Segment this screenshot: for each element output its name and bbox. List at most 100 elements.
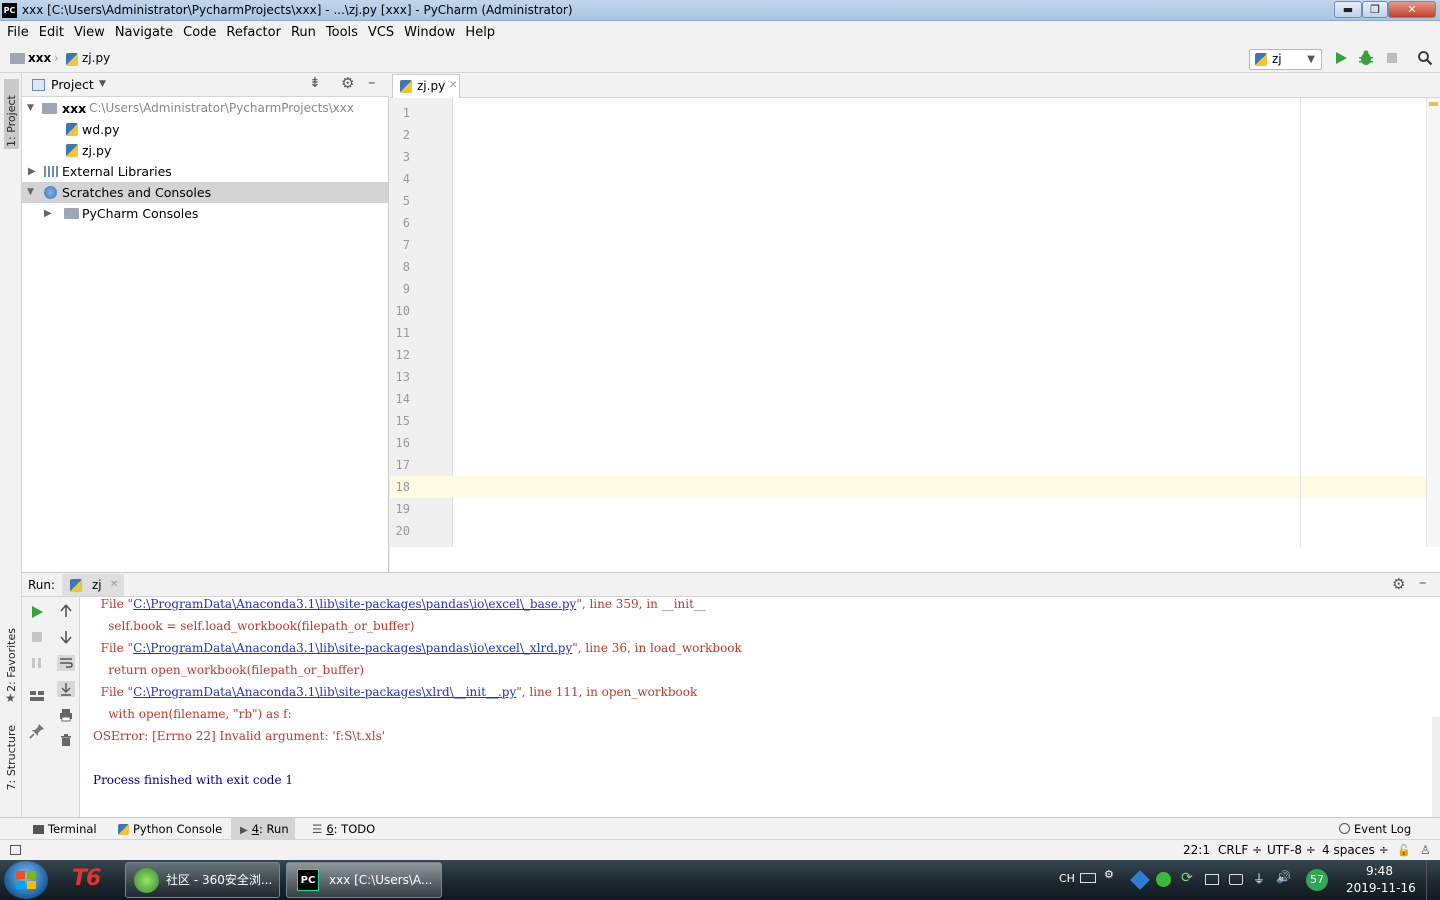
rerun-icon[interactable] — [30, 605, 44, 619]
hide-panel-icon[interactable]: – — [368, 73, 376, 91]
menu-tools[interactable]: Tools — [321, 21, 363, 44]
tab-todo[interactable]: ☰ 6: TODO — [312, 818, 375, 840]
library-icon — [44, 166, 58, 177]
tray-window-icon[interactable] — [1205, 874, 1219, 885]
tree-root-path: C:\Users\Administrator\PycharmProjects\x… — [89, 101, 354, 115]
lock-icon[interactable]: 🔓 — [1397, 844, 1411, 857]
console-file-link[interactable]: C:\ProgramData\Anaconda3.1\lib\site-pack… — [133, 597, 576, 611]
tab-python-console[interactable]: Python Console — [118, 818, 222, 840]
menu-help[interactable]: Help — [460, 21, 500, 44]
print-icon[interactable] — [59, 708, 73, 722]
breadcrumb-project[interactable]: xxx — [28, 51, 51, 65]
stop-icon[interactable] — [31, 631, 43, 643]
show-desktop-button[interactable] — [1426, 860, 1440, 900]
line-number-current: 18 — [390, 476, 453, 498]
ime-indicator[interactable]: CH — [1059, 872, 1075, 885]
navigation-bar: xxx › zj.py zj ▼ — [0, 44, 1440, 73]
trash-icon[interactable] — [59, 733, 73, 747]
tray-badge[interactable]: 57 — [1306, 869, 1328, 891]
tab-structure[interactable]: 7: Structure — [5, 725, 18, 790]
chevron-down-icon[interactable]: ▼ — [99, 79, 106, 89]
tree-item-pycharm-consoles[interactable]: ▶ PyCharm Consoles — [22, 203, 388, 224]
line-separator[interactable]: CRLF ÷ — [1218, 840, 1262, 861]
tree-item-wd[interactable]: wd.py — [22, 119, 388, 140]
minimize-button[interactable]: ▬ — [1334, 1, 1362, 18]
gear-icon[interactable]: ⚙ — [1392, 575, 1405, 593]
menu-refactor[interactable]: Refactor — [221, 21, 286, 44]
run-console[interactable]: File "C:\ProgramData\Anaconda3.1\lib\sit… — [80, 597, 1440, 817]
project-panel-title[interactable]: Project — [51, 77, 94, 92]
menu-window[interactable]: Window — [399, 21, 460, 44]
t6-app-icon[interactable]: T6 — [72, 866, 101, 891]
scroll-to-end-icon[interactable] — [57, 681, 75, 697]
current-line-highlight — [453, 476, 1426, 498]
inspector-icon[interactable]: ♙ — [1420, 843, 1431, 857]
tab-favorites[interactable]: 2: Favorites — [5, 628, 18, 692]
menu-navigate[interactable]: Navigate — [110, 21, 178, 44]
editor-tab-bar: zj.py ✕ — [390, 73, 1440, 98]
volume-icon[interactable]: 🔊 — [1276, 870, 1291, 884]
tray-360-icon[interactable] — [1156, 872, 1171, 887]
tree-root-label: xxx — [62, 101, 87, 116]
close-tab-icon[interactable]: ✕ — [449, 75, 457, 97]
tree-item-zj[interactable]: zj.py — [22, 140, 388, 161]
run-icon[interactable] — [1334, 51, 1348, 65]
tray-sync-icon[interactable]: ⟳ — [1181, 870, 1193, 886]
start-button[interactable] — [4, 861, 48, 899]
arrow-down-icon[interactable] — [59, 630, 73, 644]
tray-settings-icon[interactable]: ⚙ — [1104, 868, 1114, 881]
gear-icon[interactable]: ⚙ — [341, 74, 354, 92]
menu-view[interactable]: View — [69, 21, 110, 44]
stop-icon[interactable] — [1386, 52, 1398, 64]
tray-app-icon[interactable] — [1130, 870, 1150, 890]
line-number: 6 — [402, 216, 410, 230]
tab-run[interactable]: ▶ 4: Run — [231, 818, 295, 840]
pin-icon[interactable] — [29, 723, 45, 739]
chevron-right-icon: ▶ — [28, 166, 36, 177]
clock-date[interactable]: 2019-11-16 — [1346, 881, 1416, 895]
tray-usb-icon[interactable]: ⏚ — [1253, 870, 1265, 887]
indent-setting[interactable]: 4 spaces ÷ — [1322, 840, 1389, 861]
run-configuration-select[interactable]: zj ▼ — [1249, 49, 1322, 70]
tab-event-log[interactable]: Event Log — [1339, 818, 1411, 840]
soft-wrap-icon[interactable] — [57, 655, 75, 671]
layout-icon[interactable] — [29, 690, 45, 702]
console-file-link[interactable]: C:\ProgramData\Anaconda3.1\lib\site-pack… — [133, 685, 516, 699]
pause-icon[interactable] — [31, 657, 43, 669]
console-exit-line: Process finished with exit code 1 — [93, 773, 294, 787]
console-scrollbar[interactable] — [1432, 717, 1440, 817]
status-bar: 22:1 CRLF ÷ UTF-8 ÷ 4 spaces ÷ 🔓 ♙ — [0, 839, 1440, 860]
menu-vcs[interactable]: VCS — [363, 21, 399, 44]
menu-file[interactable]: File — [2, 21, 34, 44]
tab-terminal[interactable]: Terminal — [33, 818, 97, 840]
debug-icon[interactable] — [1358, 50, 1374, 66]
arrow-up-icon[interactable] — [59, 604, 73, 618]
caret-position[interactable]: 22:1 — [1183, 840, 1210, 861]
collapse-all-icon[interactable]: ⇟ — [309, 75, 321, 91]
editor-scrollbar[interactable] — [1426, 98, 1440, 547]
code-editor[interactable] — [453, 98, 1426, 547]
tree-item-root[interactable]: ▼ xxx C:\Users\Administrator\PycharmProj… — [22, 98, 388, 119]
close-button[interactable]: ✕ — [1388, 1, 1436, 18]
toggle-panels-icon[interactable] — [10, 845, 21, 855]
clock-time[interactable]: 9:48 — [1366, 864, 1393, 878]
close-tab-icon[interactable]: ✕ — [110, 579, 118, 590]
menu-code[interactable]: Code — [178, 21, 221, 44]
taskbar-pycharm-window[interactable]: PC xxx [C:\Users\A... — [286, 862, 442, 898]
run-tab-zj[interactable]: zj ✕ — [62, 574, 124, 596]
editor-tab-zj[interactable]: zj.py ✕ — [392, 74, 460, 98]
breadcrumb-file[interactable]: zj.py — [82, 51, 110, 65]
taskbar-browser-window[interactable]: 社区 - 360安全浏... — [125, 862, 280, 898]
hide-panel-icon[interactable]: – — [1419, 573, 1427, 591]
tray-device-icon[interactable] — [1229, 874, 1243, 885]
tree-item-external-libraries[interactable]: ▶ External Libraries — [22, 161, 388, 182]
console-file-link[interactable]: C:\ProgramData\Anaconda3.1\lib\site-pack… — [133, 641, 572, 655]
search-icon[interactable] — [1417, 50, 1433, 66]
file-encoding[interactable]: UTF-8 ÷ — [1267, 840, 1316, 861]
menu-edit[interactable]: Edit — [34, 21, 69, 44]
menu-run[interactable]: Run — [286, 21, 321, 44]
keyboard-icon[interactable] — [1080, 873, 1096, 883]
maximize-button[interactable]: ❐ — [1362, 1, 1388, 18]
tab-project[interactable]: 1: Project — [4, 79, 19, 149]
tree-item-scratches[interactable]: ▼ Scratches and Consoles — [22, 182, 388, 203]
